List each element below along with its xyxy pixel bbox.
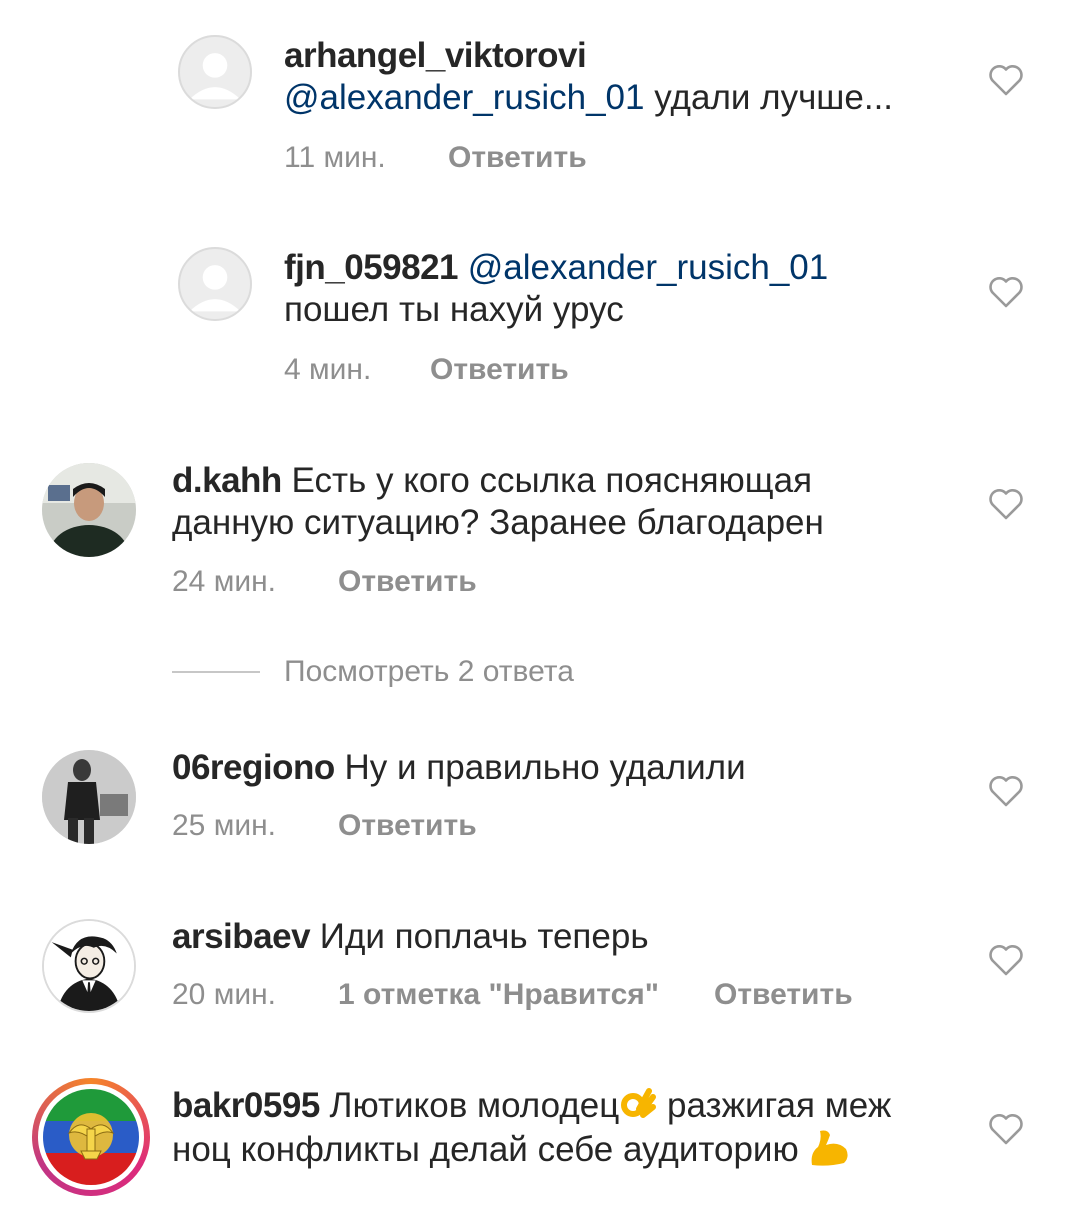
cartoon-avatar[interactable] <box>42 919 136 1013</box>
reply-button[interactable]: Ответить <box>714 977 853 1013</box>
comment-username[interactable]: d.kahh <box>172 461 282 500</box>
comment-meta: 4 мин. Ответить <box>284 352 569 388</box>
default-avatar-icon[interactable] <box>178 247 252 321</box>
comment-text: Лютиков молодец <box>329 1086 620 1125</box>
comment-time: 24 мин. <box>172 565 276 598</box>
heart-outline-icon[interactable] <box>988 64 1024 96</box>
heart-outline-icon[interactable] <box>988 488 1024 520</box>
comment-username[interactable]: bakr0595 <box>172 1086 320 1125</box>
flexed-biceps-emoji <box>808 1127 852 1167</box>
heart-outline-icon[interactable] <box>988 276 1024 308</box>
comment-mention[interactable]: @alexander_rusich_01 <box>468 248 828 287</box>
default-avatar-icon[interactable] <box>178 35 252 109</box>
comment-body: fjn_059821 @alexander_rusich_01 пошел ты… <box>284 247 924 331</box>
comment-meta: 24 мин. Ответить <box>172 564 477 600</box>
comment-body: 06regiono Ну и правильно удалили <box>172 747 912 789</box>
comment-body: d.kahh Есть у кого ссылка поясняющая дан… <box>172 460 912 544</box>
comment-username[interactable]: arhangel_viktorovi <box>284 36 587 75</box>
comment-username[interactable]: arsibaev <box>172 917 311 956</box>
comment-username[interactable]: fjn_059821 <box>284 248 459 287</box>
comment-time: 4 мин. <box>284 353 372 386</box>
view-replies-label: Посмотреть 2 ответа <box>284 655 574 688</box>
ok-hand-emoji <box>619 1085 657 1123</box>
comment-body: arsibaev Иди поплачь теперь <box>172 916 912 958</box>
comment-text: Ну и правильно удалили <box>344 748 746 787</box>
comment-body: bakr0595 Лютиков молодец разжигая меж но… <box>172 1085 952 1171</box>
reply-button[interactable]: Ответить <box>338 564 477 600</box>
comment-meta: 25 мин. Ответить <box>172 808 477 844</box>
user-photo-avatar[interactable] <box>42 750 136 844</box>
reply-button[interactable]: Ответить <box>430 352 569 388</box>
user-photo-avatar[interactable] <box>42 463 136 557</box>
heart-outline-icon[interactable] <box>988 775 1024 807</box>
comment-meta: 11 мин. Ответить <box>284 140 587 176</box>
comment-body: arhangel_viktorovi @alexander_rusich_01 … <box>284 35 924 119</box>
dagestan-emblem-avatar[interactable] <box>43 1089 139 1185</box>
heart-outline-icon[interactable] <box>988 1113 1024 1145</box>
comment-text: пошел ты нахуй урус <box>284 290 624 329</box>
heart-outline-icon[interactable] <box>988 944 1024 976</box>
reply-button[interactable]: Ответить <box>448 140 587 176</box>
story-ring[interactable] <box>32 1078 150 1196</box>
comment-text: Иди поплачь теперь <box>319 917 649 956</box>
comment-mention[interactable]: @alexander_rusich_01 <box>284 78 644 117</box>
comment-username[interactable]: 06regiono <box>172 748 335 787</box>
reply-button[interactable]: Ответить <box>338 808 477 844</box>
comment-time: 11 мин. <box>284 141 386 174</box>
likes-count-button[interactable]: 1 отметка "Нравится" <box>338 977 714 1013</box>
comment-meta: 20 мин. 1 отметка "Нравится" Ответить <box>172 977 853 1013</box>
comment-text: удали лучше... <box>654 78 894 117</box>
divider-line <box>172 671 260 673</box>
comment-time: 20 мин. <box>172 978 276 1011</box>
comment-time: 25 мин. <box>172 809 276 842</box>
